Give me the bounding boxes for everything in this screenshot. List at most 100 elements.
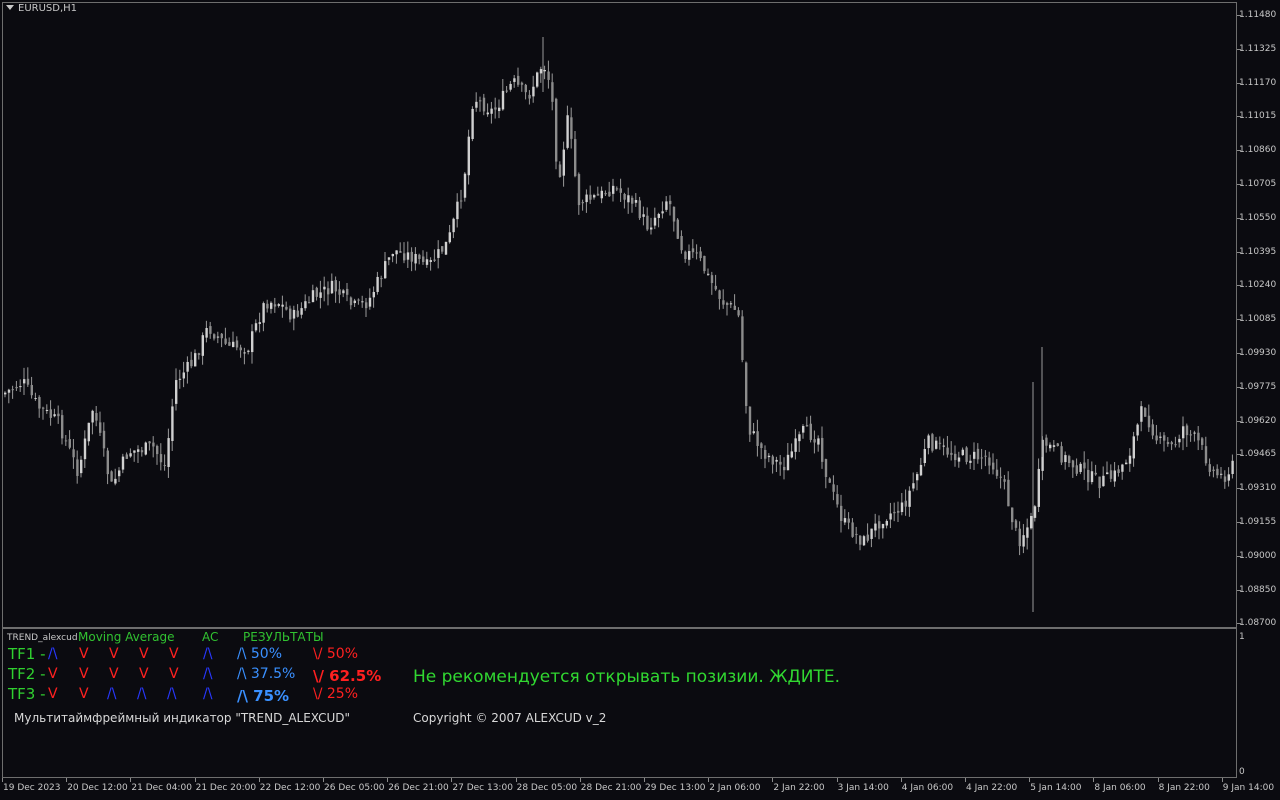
- candle-body: [102, 430, 106, 449]
- time-axis-tick: [323, 778, 324, 782]
- price-axis-label: 1.11480: [1239, 10, 1277, 20]
- candle-body: [482, 97, 486, 112]
- candle-body: [239, 347, 242, 351]
- candle-body: [954, 453, 957, 461]
- candle-body: [1136, 424, 1139, 436]
- candle-body: [570, 117, 573, 139]
- tf1-ma-1: V: [79, 646, 89, 662]
- candle-body: [342, 290, 345, 294]
- candle-body: [809, 423, 812, 440]
- candle-body: [1121, 464, 1124, 472]
- candle-body: [1022, 535, 1025, 547]
- candle-body: [467, 136, 470, 176]
- time-axis-label: 2 Jan 06:00: [709, 783, 761, 793]
- candle-body: [1227, 474, 1230, 481]
- time-axis-label: 2 Jan 22:00: [773, 783, 825, 793]
- candle-body: [30, 384, 33, 396]
- candle-body: [847, 518, 850, 523]
- time-axis-tick: [836, 778, 838, 782]
- candle-body: [805, 425, 809, 427]
- candle-body: [741, 316, 744, 360]
- candle-body: [346, 288, 349, 295]
- header-ac: AC: [202, 630, 219, 644]
- candle-body: [558, 164, 562, 177]
- candle-body: [908, 490, 911, 507]
- candle-body: [323, 286, 326, 290]
- candle-body: [406, 252, 410, 260]
- candle-body: [285, 306, 288, 310]
- candle-body: [422, 256, 425, 262]
- candle-body: [840, 505, 843, 521]
- candle-body: [646, 215, 649, 230]
- candle-body: [585, 194, 588, 203]
- indicator-name: TREND_alexcud: [7, 633, 78, 643]
- candle-body: [927, 435, 930, 449]
- candle-body: [148, 441, 151, 444]
- candle-body: [851, 522, 854, 537]
- candle-body: [1220, 473, 1223, 475]
- time-axis-label: 26 Dec 21:00: [388, 783, 449, 793]
- candle-body: [475, 101, 478, 108]
- candle-body: [1113, 470, 1116, 482]
- candle-body: [23, 379, 26, 384]
- tf2-ma-2: V: [109, 666, 119, 682]
- tf1-down-percent: \/ 50%: [313, 646, 359, 662]
- candle-body: [1075, 465, 1078, 474]
- candle-body: [976, 448, 980, 460]
- candle-body: [1071, 460, 1075, 468]
- time-axis-tick: [2, 778, 3, 782]
- candle-body: [1056, 443, 1059, 447]
- candle-body: [904, 500, 907, 507]
- candle-body: [498, 107, 501, 112]
- candle-body: [403, 253, 406, 261]
- candle-body: [653, 217, 657, 226]
- candle-body: [881, 523, 885, 529]
- time-axis-tick: [515, 778, 517, 782]
- candle-body: [900, 502, 904, 513]
- candle-body: [748, 406, 752, 435]
- price-axis-label: 1.09465: [1239, 449, 1277, 460]
- candle-body: [216, 336, 220, 338]
- tf1-ac: /\: [203, 646, 213, 662]
- time-axis-tick: [772, 778, 774, 782]
- price-axis-label: 1.09000: [1239, 550, 1277, 561]
- time-axis-label: 3 Jan 14:00: [837, 783, 889, 793]
- tf2-down-percent: \/ 62.5%: [313, 667, 382, 685]
- candle-body: [859, 535, 862, 545]
- candle-body: [543, 69, 546, 72]
- candle-body: [855, 533, 858, 535]
- candle-body: [1166, 442, 1170, 445]
- candle-body: [828, 478, 831, 483]
- price-axis-label: 1.10860: [1239, 145, 1277, 156]
- candle-body: [1094, 472, 1097, 475]
- candle-body: [68, 439, 71, 448]
- candle-body: [752, 431, 755, 434]
- candle-body: [604, 193, 607, 195]
- candle-body: [1204, 446, 1208, 464]
- candle-body: [718, 290, 721, 299]
- candle-body: [247, 350, 250, 352]
- indicator-axis-top: 1: [1239, 632, 1245, 642]
- tf3-ma-4: /\: [167, 686, 177, 702]
- tf2-up-percent: /\ 37.5%: [237, 666, 296, 682]
- candle-body: [486, 112, 489, 115]
- candle-body: [874, 523, 877, 531]
- candle-body: [296, 310, 299, 317]
- candle-body: [1083, 462, 1086, 469]
- candle-body: [988, 457, 991, 466]
- candle-body: [1170, 442, 1173, 445]
- candle-body: [471, 108, 474, 140]
- candle-body: [194, 353, 197, 367]
- candle-body: [87, 422, 90, 442]
- candle-body: [349, 297, 353, 306]
- candle-body: [254, 323, 258, 331]
- candle-body: [650, 227, 653, 230]
- candle-body: [45, 409, 49, 411]
- tf3-ma-3: /\: [137, 686, 147, 702]
- candle-body: [330, 280, 334, 294]
- indicator-window[interactable]: [2, 628, 1237, 778]
- candle-body: [182, 372, 185, 379]
- candle-body: [26, 378, 30, 385]
- price-axis-label: 1.08850: [1239, 584, 1277, 595]
- candle-body: [517, 75, 520, 85]
